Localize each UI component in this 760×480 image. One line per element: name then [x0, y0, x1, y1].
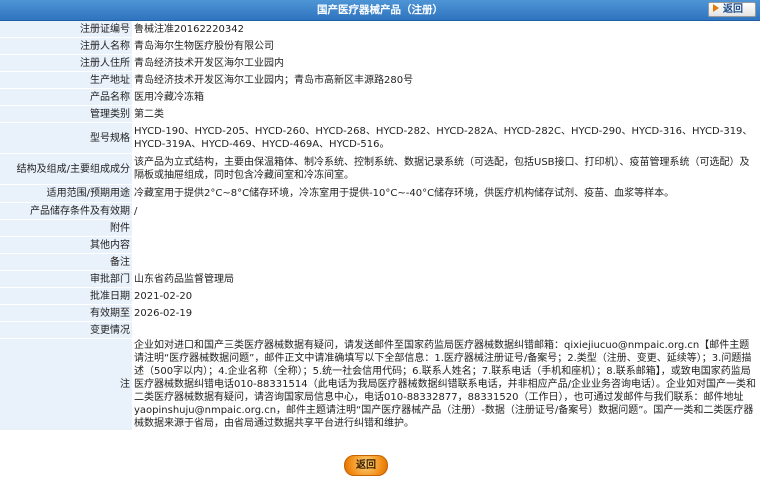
value-management-class: 第二类 — [132, 105, 760, 123]
label-registrant-address: 注册人住所 — [0, 54, 132, 72]
value-attachment — [132, 219, 760, 237]
row-model-spec: 型号规格 HYCD-190、HYCD-205、HYCD-260、HYCD-268… — [0, 122, 760, 154]
row-approval-date: 批准日期 2021-02-20 — [0, 287, 760, 305]
value-other — [132, 236, 760, 254]
value-approval-dept: 山东省药品监督管理局 — [132, 270, 760, 288]
row-intended-use: 适用范围/预期用途 冷藏室用于提供2°C~8°C储存环境，冷冻室用于提供-10°… — [0, 184, 760, 203]
value-structure: 该产品为立式结构，主要由保温箱体、制冷系统、控制系统、数据记录系统（可选配，包括… — [132, 153, 760, 185]
row-note: 注 企业如对进口和国产三类医疗器械数据有疑问，请发送邮件至国家药监局医疗器械数据… — [0, 338, 760, 431]
label-other: 其他内容 — [0, 236, 132, 254]
value-production-address: 青岛经济技术开发区海尔工业园内；青岛市高新区丰源路280号 — [132, 71, 760, 89]
row-product-name: 产品名称 医用冷藏冷冻箱 — [0, 88, 760, 106]
label-intended-use: 适用范围/预期用途 — [0, 184, 132, 203]
row-registrant-name: 注册人名称 青岛海尔生物医疗股份有限公司 — [0, 37, 760, 55]
label-registrant-name: 注册人名称 — [0, 37, 132, 55]
row-structure: 结构及组成/主要组成成分 该产品为立式结构，主要由保温箱体、制冷系统、控制系统、… — [0, 153, 760, 185]
row-valid-until: 有效期至 2026-02-19 — [0, 304, 760, 322]
back-arrow-icon — [713, 4, 719, 12]
back-button-bottom-label: 返回 — [356, 460, 376, 471]
label-approval-date: 批准日期 — [0, 287, 132, 305]
value-model-spec: HYCD-190、HYCD-205、HYCD-260、HYCD-268、HYCD… — [132, 122, 760, 154]
label-model-spec: 型号规格 — [0, 122, 132, 154]
value-approval-date: 2021-02-20 — [132, 287, 760, 305]
label-remarks: 备注 — [0, 253, 132, 271]
detail-page: 国产医疗器械产品（注册） 返回 注册证编号 鲁械注准20162220342 注册… — [0, 0, 760, 480]
value-registration-number: 鲁械注准20162220342 — [132, 21, 760, 38]
product-info-table: 注册证编号 鲁械注准20162220342 注册人名称 青岛海尔生物医疗股份有限… — [0, 21, 760, 431]
label-approval-dept: 审批部门 — [0, 270, 132, 288]
label-structure: 结构及组成/主要组成成分 — [0, 153, 132, 185]
value-product-name: 医用冷藏冷冻箱 — [132, 88, 760, 106]
row-attachment: 附件 — [0, 219, 760, 237]
row-other: 其他内容 — [0, 236, 760, 254]
value-intended-use: 冷藏室用于提供2°C~8°C储存环境，冷冻室用于提供-10°C~-40°C储存环… — [132, 184, 760, 203]
back-button-top[interactable]: 返回 — [708, 2, 756, 17]
label-changes: 变更情况 — [0, 321, 132, 339]
label-attachment: 附件 — [0, 219, 132, 237]
value-registrant-address: 青岛经济技术开发区海尔工业园内 — [132, 54, 760, 72]
value-remarks — [132, 253, 760, 271]
value-valid-until: 2026-02-19 — [132, 304, 760, 322]
row-management-class: 管理类别 第二类 — [0, 105, 760, 123]
back-button-top-label: 返回 — [723, 4, 743, 15]
label-registration-number: 注册证编号 — [0, 21, 132, 38]
back-button-bottom[interactable]: 返回 — [344, 455, 388, 476]
row-approval-dept: 审批部门 山东省药品监督管理局 — [0, 270, 760, 288]
row-registrant-address: 注册人住所 青岛经济技术开发区海尔工业园内 — [0, 54, 760, 72]
value-storage: / — [132, 202, 760, 220]
page-title: 国产医疗器械产品（注册） — [317, 4, 443, 16]
label-management-class: 管理类别 — [0, 105, 132, 123]
header-bar: 国产医疗器械产品（注册） 返回 — [0, 0, 760, 21]
row-changes: 变更情况 — [0, 321, 760, 339]
row-storage: 产品储存条件及有效期 / — [0, 202, 760, 220]
label-production-address: 生产地址 — [0, 71, 132, 89]
label-product-name: 产品名称 — [0, 88, 132, 106]
label-note: 注 — [0, 338, 132, 431]
value-note: 企业如对进口和国产三类医疗器械数据有疑问，请发送邮件至国家药监局医疗器械数据纠错… — [132, 338, 760, 431]
value-changes — [132, 321, 760, 339]
row-registration-number: 注册证编号 鲁械注准20162220342 — [0, 21, 760, 38]
label-storage: 产品储存条件及有效期 — [0, 202, 132, 220]
row-remarks: 备注 — [0, 253, 760, 271]
row-production-address: 生产地址 青岛经济技术开发区海尔工业园内；青岛市高新区丰源路280号 — [0, 71, 760, 89]
value-registrant-name: 青岛海尔生物医疗股份有限公司 — [132, 37, 760, 55]
label-valid-until: 有效期至 — [0, 304, 132, 322]
